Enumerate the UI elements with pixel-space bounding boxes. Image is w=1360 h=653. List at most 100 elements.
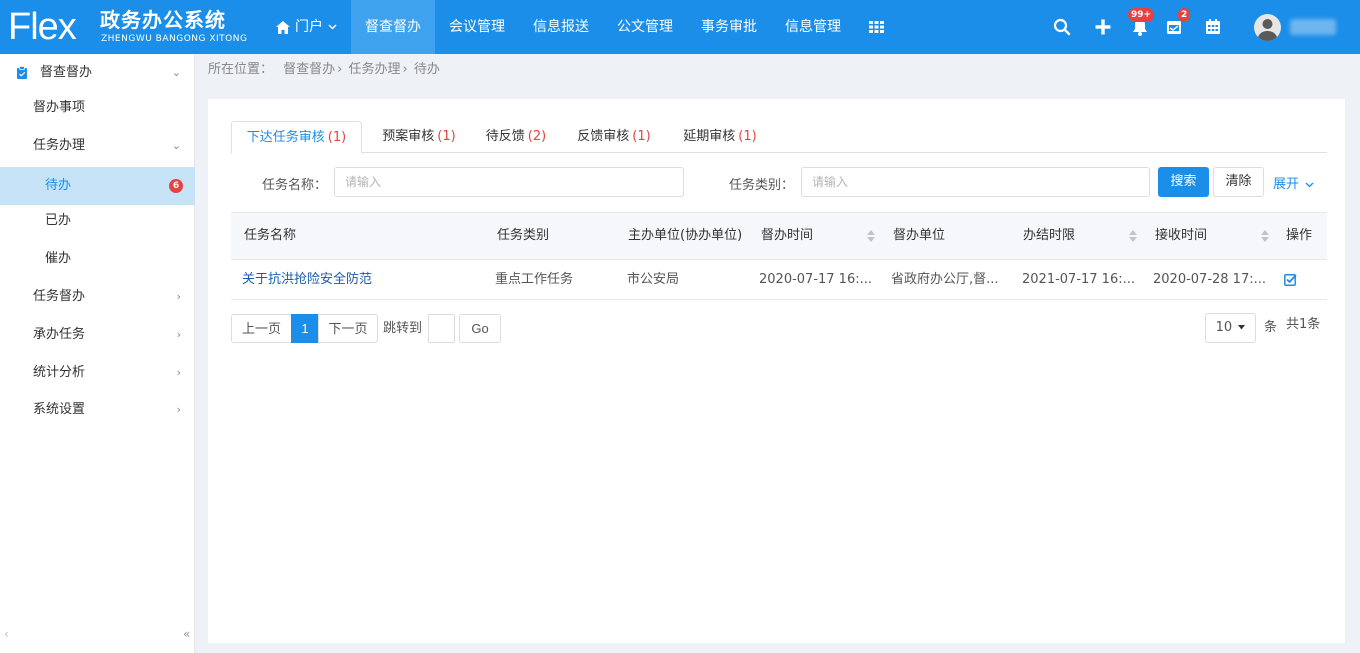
tab-count: (1): [632, 129, 651, 144]
nav-item-info-report[interactable]: 信息报送: [519, 0, 603, 54]
page-size-unit: 条: [1264, 320, 1278, 335]
notification-badge: 99+: [1128, 8, 1155, 22]
sidebar-item-statistics[interactable]: 统计分析 ›: [0, 354, 195, 392]
task-name-link[interactable]: 关于抗洪抢险安全防范: [242, 260, 482, 300]
nav-item-apps[interactable]: [855, 0, 898, 54]
chevron-right-icon: ›: [176, 366, 181, 379]
chevron-right-icon: ›: [176, 290, 181, 303]
host-org-cell: 市公安局: [627, 272, 680, 287]
column-header-deadline[interactable]: 办结时限: [1023, 213, 1075, 259]
tab-extension-review[interactable]: 延期审核 (1): [679, 121, 761, 153]
tab-pending-feedback[interactable]: 待反馈 (2): [481, 121, 551, 153]
breadcrumb: 所在位置： 督查督办 › 任务办理 › 待办: [208, 60, 446, 80]
sidebar-item-task-supervise[interactable]: 任务督办 ›: [0, 278, 195, 316]
tab-feedback-review[interactable]: 反馈审核 (1): [573, 121, 655, 153]
table-header: 任务名称 任务类别 主办单位(协办单位) 督办时间 督办单位 办结时限 接收时间…: [231, 212, 1327, 260]
tab-label: 延期审核: [683, 129, 736, 144]
next-page-button[interactable]: 下一页: [318, 314, 378, 343]
plus-icon[interactable]: [1093, 17, 1113, 37]
tab-count: (2): [527, 129, 547, 144]
nav-item-label: 会议管理: [449, 19, 505, 35]
search-icon[interactable]: [1052, 17, 1072, 37]
tab-issue-review[interactable]: 下达任务审核 (1): [231, 121, 362, 154]
sidebar-item-supervise-matters[interactable]: 督办事项: [0, 89, 195, 127]
logo-wordmark: Flex: [8, 6, 77, 48]
tab-plan-review[interactable]: 预案审核 (1): [376, 121, 462, 153]
sidebar-item-label: 承办任务: [33, 327, 86, 342]
chevron-right-icon: ›: [176, 328, 181, 341]
jump-page-input[interactable]: [428, 314, 455, 343]
calendar-icon[interactable]: [1203, 17, 1223, 37]
sidebar-item-undertake[interactable]: 承办任务 ›: [0, 316, 195, 354]
nav-item-supervision[interactable]: 督查督办: [351, 0, 435, 54]
breadcrumb-item[interactable]: 任务办理: [349, 62, 401, 77]
sort-icon[interactable]: [1261, 230, 1269, 242]
breadcrumb-item[interactable]: 督查督办: [283, 62, 335, 77]
breadcrumb-separator-icon: ›: [337, 62, 343, 77]
collapse-sidebar-icon[interactable]: «: [183, 627, 190, 641]
page-size-select[interactable]: 10: [1205, 313, 1256, 343]
tab-bar: 下达任务审核 (1) 预案审核 (1) 待反馈 (2) 反馈审核 (1) 延期审核 (1): [231, 121, 1327, 154]
task-type-cell: 重点工作任务: [495, 272, 574, 287]
app-logo[interactable]: Flex 政务办公系统 ZHENGWU BANGONG XITONG: [8, 4, 258, 50]
task-type-input[interactable]: [801, 167, 1150, 197]
nav-item-approval[interactable]: 事务审批: [687, 0, 771, 54]
edit-check-icon[interactable]: [1284, 273, 1297, 286]
sidebar-item-label: 督办事项: [33, 100, 86, 115]
go-button[interactable]: Go: [459, 314, 501, 343]
expand-label: 展开: [1273, 177, 1300, 192]
user-avatar[interactable]: [1254, 14, 1281, 41]
chevron-down-icon: ⌄: [171, 139, 181, 152]
tab-count: (1): [327, 130, 347, 145]
column-header-supervise-time[interactable]: 督办时间: [761, 213, 813, 259]
sidebar-item-settings[interactable]: 系统设置 ›: [0, 391, 195, 429]
nav-item-meeting[interactable]: 会议管理: [435, 0, 519, 54]
sidebar: 督查督办 ⌄ 督办事项 任务办理 ⌄ 待办 6 已办 催办 任务督办 › 承办任…: [0, 54, 195, 653]
supervise-time-cell: 2020-07-17 16:...: [759, 272, 873, 287]
sidebar-group-label: 督查督办: [40, 65, 93, 80]
tab-label: 预案审核: [382, 129, 435, 144]
main-nav: 门户 督查督办 会议管理 信息报送 公文管理 事务审批 信息管理: [262, 0, 898, 54]
sidebar-group-supervision[interactable]: 督查督办 ⌄: [0, 54, 195, 92]
sort-icon[interactable]: [1129, 230, 1137, 242]
nav-item-label: 公文管理: [617, 19, 673, 35]
page-1-button[interactable]: 1: [291, 314, 319, 343]
tab-label: 反馈审核: [577, 129, 630, 144]
breadcrumb-item-current: 待办: [413, 62, 440, 77]
nav-item-documents[interactable]: 公文管理: [603, 0, 687, 54]
prev-page-button[interactable]: 上一页: [231, 314, 292, 343]
nav-item-label: 门户: [295, 19, 323, 35]
sidebar-item-label: 任务督办: [33, 289, 86, 304]
sort-icon[interactable]: [867, 230, 875, 242]
sidebar-item-label: 催办: [45, 251, 72, 266]
task-name-label: 任务名称：: [262, 178, 328, 193]
sidebar-item-todo[interactable]: 待办 6: [0, 167, 195, 205]
column-header-task-type: 任务类别: [497, 228, 550, 243]
column-header-receive-time[interactable]: 接收时间: [1155, 213, 1207, 259]
content-panel: 下达任务审核 (1) 预案审核 (1) 待反馈 (2) 反馈审核 (1) 延期审核 (1)…: [208, 99, 1345, 643]
scroll-left-icon[interactable]: ‹: [4, 627, 9, 641]
page-size-value: 10: [1215, 320, 1233, 335]
clear-button[interactable]: 清除: [1213, 167, 1264, 197]
clipboard-icon: [17, 66, 27, 79]
message-badge: 2: [1178, 8, 1191, 22]
tab-count: (1): [437, 129, 456, 144]
user-name-redacted[interactable]: [1290, 19, 1336, 35]
breadcrumb-separator-icon: ›: [402, 62, 408, 77]
nav-item-info-manage[interactable]: 信息管理: [771, 0, 855, 54]
jump-to-label: 跳转到: [383, 321, 423, 336]
chevron-down-icon: [328, 24, 337, 30]
nav-item-label: 督查督办: [365, 19, 421, 35]
sidebar-item-label: 已办: [45, 213, 72, 228]
nav-item-label: 事务审批: [701, 19, 757, 35]
task-name-input[interactable]: [334, 167, 684, 197]
sidebar-item-task-handling[interactable]: 任务办理 ⌄: [0, 127, 195, 165]
sidebar-item-urge[interactable]: 催办: [0, 240, 195, 278]
expand-filters-link[interactable]: 展开: [1273, 173, 1314, 192]
tab-count: (1): [738, 129, 757, 144]
column-header-supervise-org: 督办单位: [893, 228, 946, 243]
total-count: 共1条: [1286, 317, 1321, 332]
search-button[interactable]: 搜索: [1158, 167, 1209, 197]
sidebar-item-done[interactable]: 已办: [0, 202, 195, 240]
nav-item-portal[interactable]: 门户: [262, 0, 351, 54]
